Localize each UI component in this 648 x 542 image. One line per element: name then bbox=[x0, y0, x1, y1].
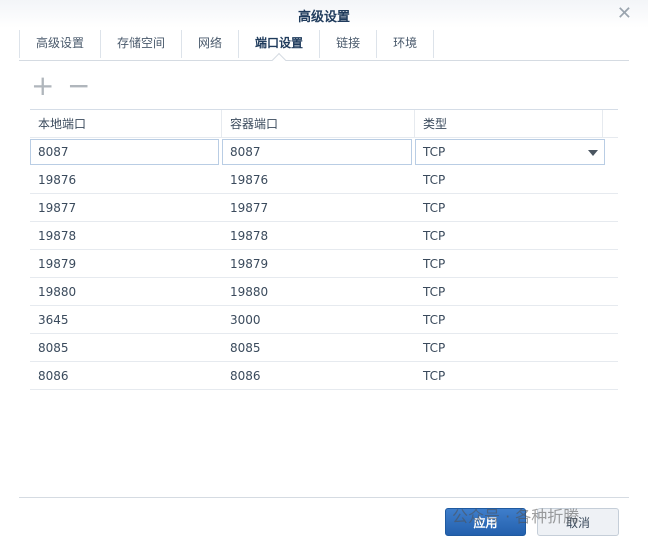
port-table: 本地端口 容器端口 类型 8087 8087 TCP 19876 19876 TCP… bbox=[30, 109, 618, 390]
local-port-input[interactable]: 8087 bbox=[30, 139, 219, 165]
type-cell: TCP bbox=[423, 200, 446, 215]
column-header-type[interactable]: 类型 bbox=[415, 109, 603, 138]
container-port-cell: 8085 bbox=[230, 340, 261, 355]
type-cell: TCP bbox=[423, 340, 446, 355]
tab-divider bbox=[19, 60, 629, 61]
type-cell: TCP bbox=[423, 228, 446, 243]
tab-links[interactable]: 链接 bbox=[319, 30, 376, 58]
table-row[interactable]: 3645 3000 TCP bbox=[30, 306, 618, 334]
local-port-cell: 8085 bbox=[38, 340, 69, 355]
local-port-cell: 19876 bbox=[38, 172, 77, 187]
type-cell: TCP bbox=[423, 312, 446, 327]
local-port-cell: 3645 bbox=[38, 312, 69, 327]
tab-storage[interactable]: 存储空间 bbox=[100, 30, 181, 58]
table-row[interactable]: 8086 8086 TCP bbox=[30, 362, 618, 390]
local-port-cell: 8086 bbox=[38, 368, 69, 383]
tab-network[interactable]: 网络 bbox=[181, 30, 238, 58]
title-bar: 高级设置 ✕ bbox=[0, 0, 648, 28]
type-cell: TCP bbox=[423, 284, 446, 299]
type-select-value: TCP bbox=[423, 145, 446, 159]
add-icon[interactable]: + bbox=[31, 72, 54, 100]
local-port-cell: 19877 bbox=[38, 200, 77, 215]
column-header-local-port[interactable]: 本地端口 bbox=[30, 109, 222, 138]
local-port-cell: 19878 bbox=[38, 228, 77, 243]
container-port-input[interactable]: 8087 bbox=[222, 139, 412, 165]
table-row[interactable]: 8085 8085 TCP bbox=[30, 334, 618, 362]
type-select[interactable]: TCP bbox=[415, 139, 605, 165]
type-cell: TCP bbox=[423, 368, 446, 383]
container-port-cell: 3000 bbox=[230, 312, 261, 327]
type-cell: TCP bbox=[423, 172, 446, 187]
table-header: 本地端口 容器端口 类型 bbox=[30, 109, 618, 138]
table-row[interactable]: 19877 19877 TCP bbox=[30, 194, 618, 222]
cancel-button[interactable]: 取消 bbox=[537, 508, 619, 536]
apply-button[interactable]: 应用 bbox=[445, 508, 526, 536]
container-port-cell: 8086 bbox=[230, 368, 261, 383]
column-header-container-port[interactable]: 容器端口 bbox=[222, 109, 415, 138]
column-header-spacer bbox=[603, 110, 618, 138]
tab-environment[interactable]: 环境 bbox=[376, 30, 435, 58]
container-port-cell: 19877 bbox=[230, 200, 269, 215]
tab-advanced[interactable]: 高级设置 bbox=[19, 30, 100, 58]
chevron-down-icon bbox=[588, 150, 598, 156]
table-row[interactable]: 19879 19879 TCP bbox=[30, 250, 618, 278]
table-row[interactable]: 19876 19876 TCP bbox=[30, 166, 618, 194]
container-port-cell: 19876 bbox=[230, 172, 269, 187]
dialog-title: 高级设置 bbox=[297, 10, 350, 25]
container-port-cell: 19879 bbox=[230, 256, 269, 271]
container-port-cell: 19878 bbox=[230, 228, 269, 243]
tab-bar: 高级设置 存储空间 网络 端口设置 链接 环境 bbox=[19, 30, 435, 58]
local-port-cell: 19880 bbox=[38, 284, 77, 299]
type-cell: TCP bbox=[423, 256, 446, 271]
footer-divider bbox=[19, 497, 629, 498]
table-row[interactable]: 19880 19880 TCP bbox=[30, 278, 618, 306]
close-icon[interactable]: ✕ bbox=[617, 3, 632, 24]
remove-icon[interactable]: − bbox=[67, 72, 90, 100]
table-row-editing: 8087 8087 TCP bbox=[30, 138, 618, 166]
container-port-cell: 19880 bbox=[230, 284, 269, 299]
local-port-cell: 19879 bbox=[38, 256, 77, 271]
table-row[interactable]: 19878 19878 TCP bbox=[30, 222, 618, 250]
